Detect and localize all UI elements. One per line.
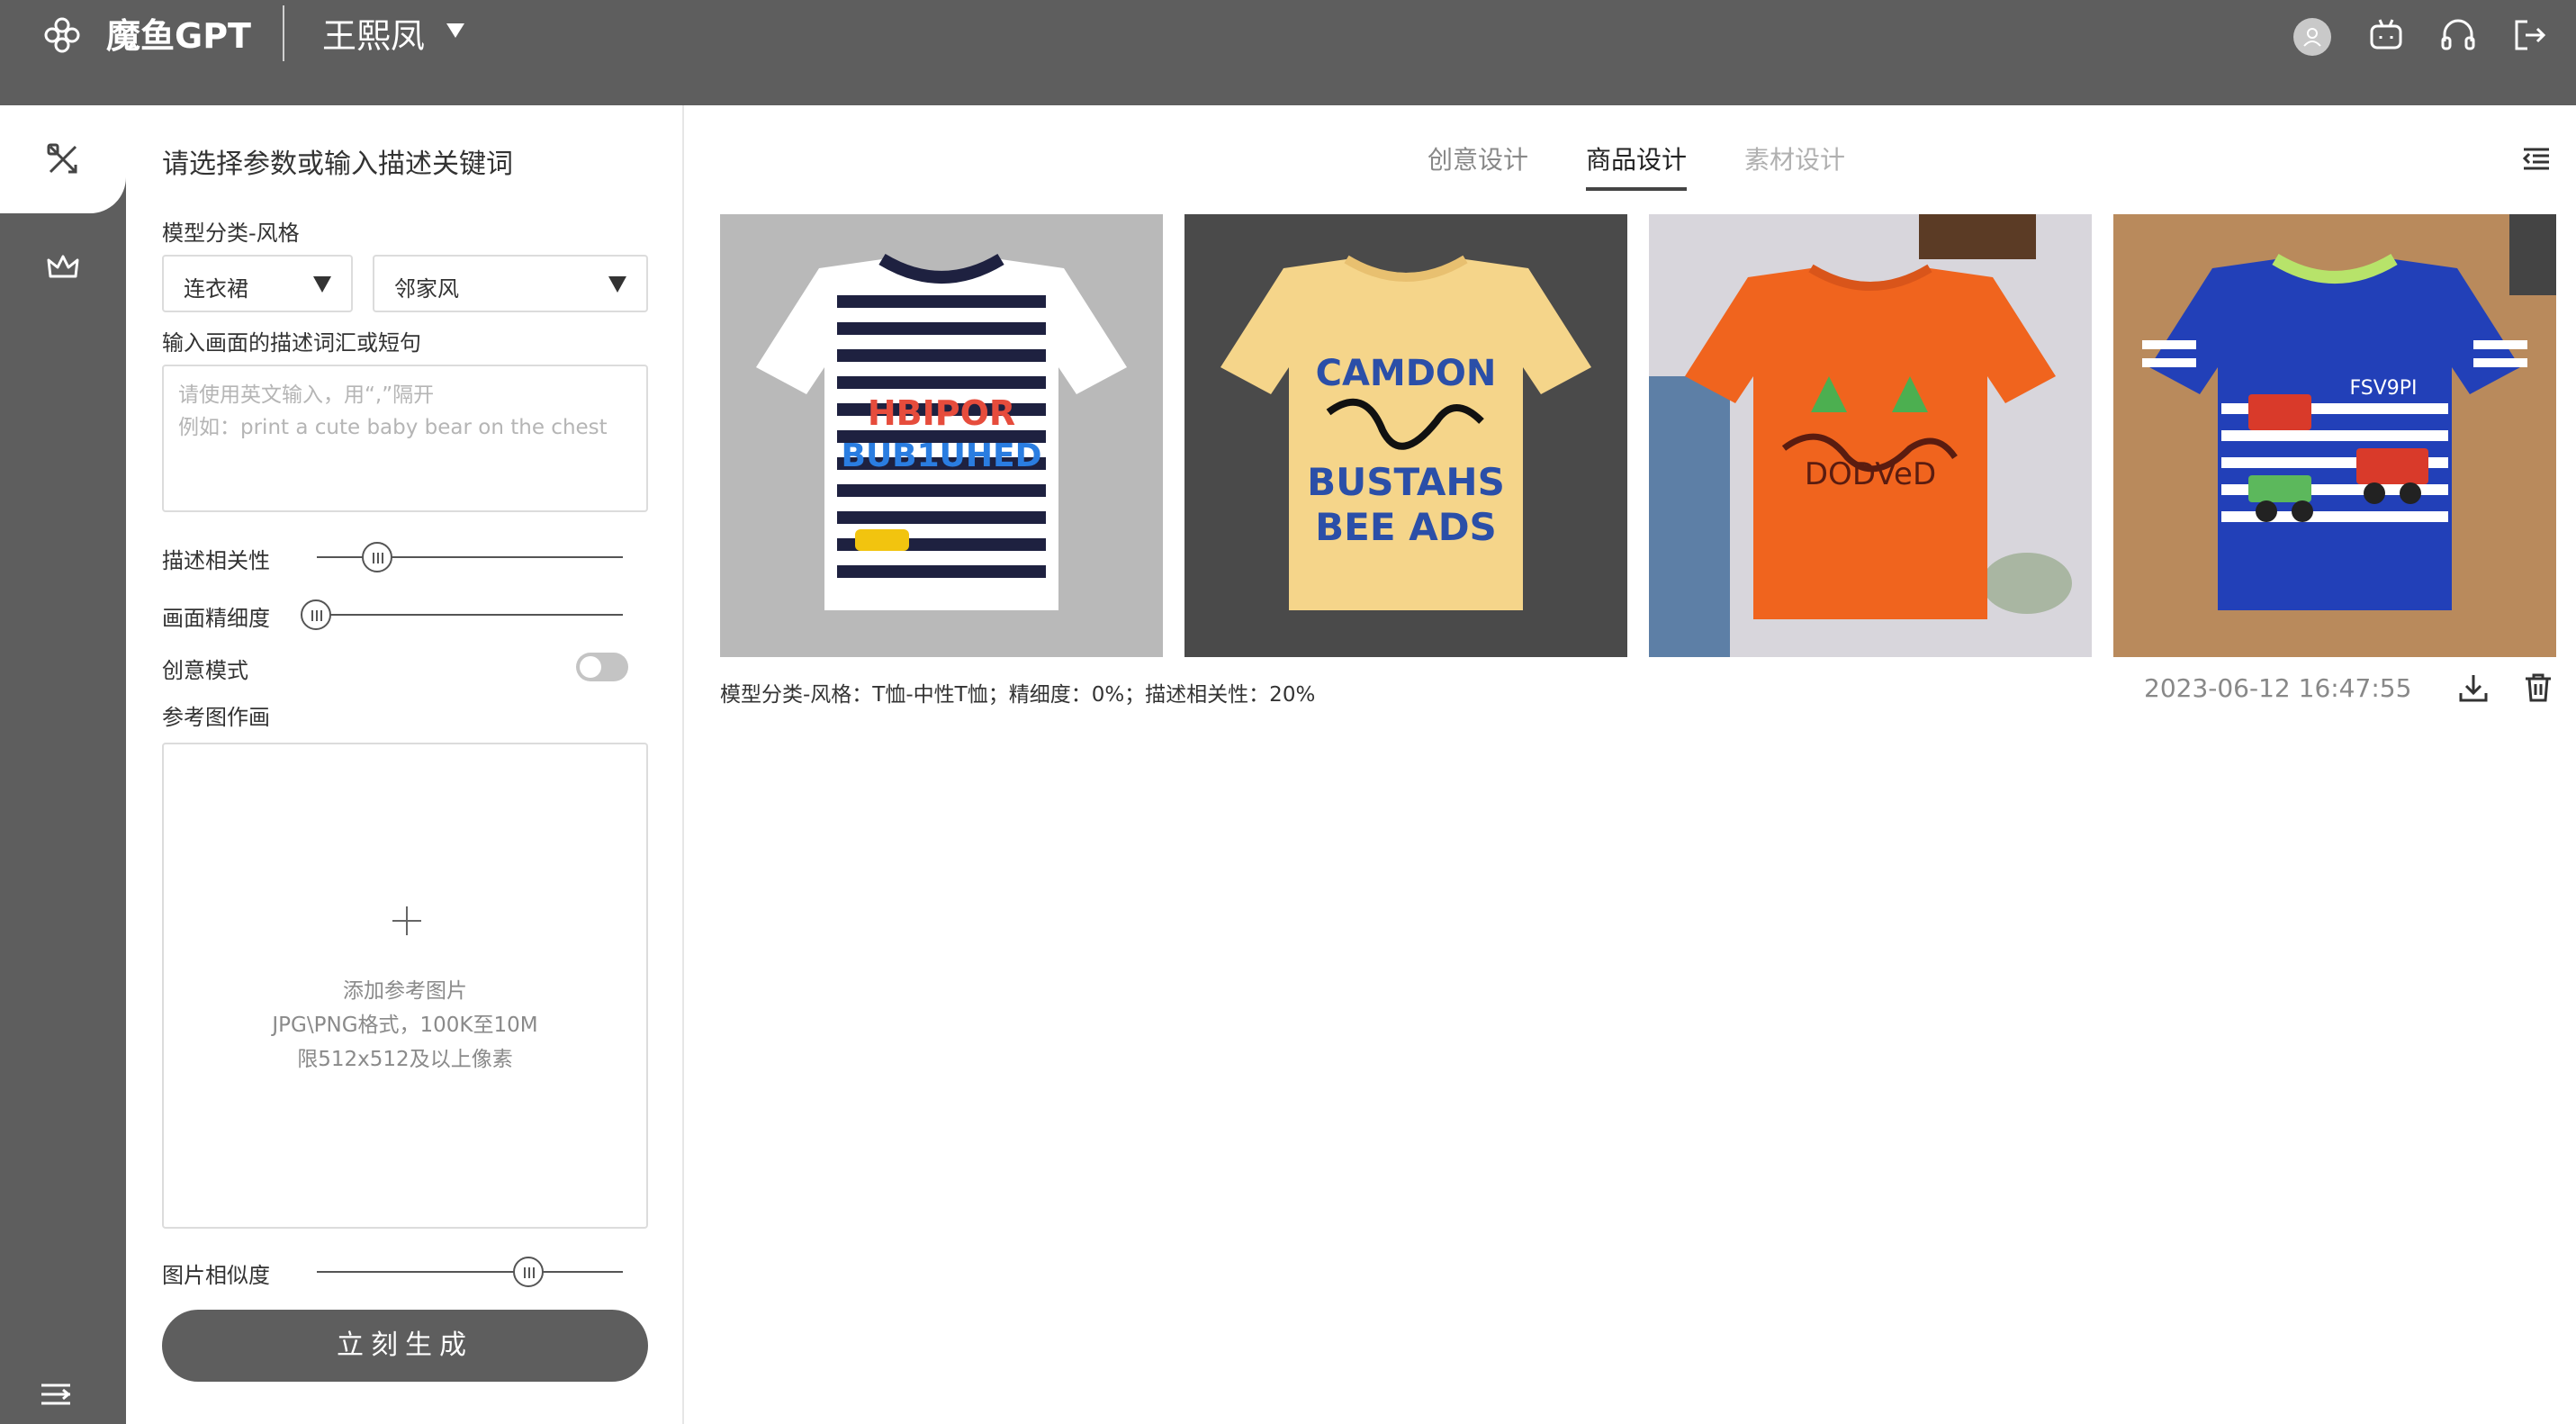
flower-logo-icon xyxy=(44,17,80,53)
menu-collapse-icon[interactable] xyxy=(2520,142,2553,175)
style-select-value: 邻家风 xyxy=(394,276,459,302)
download-icon[interactable] xyxy=(2455,670,2491,706)
rail-item-design[interactable] xyxy=(0,105,126,213)
active-tab-indicator xyxy=(1586,187,1687,191)
plus-icon xyxy=(392,906,421,935)
logout-icon[interactable] xyxy=(2509,14,2551,56)
chevron-down-icon xyxy=(313,276,331,293)
result-image-3[interactable]: DODVeD xyxy=(1649,214,2092,657)
creative-label: 创意模式 xyxy=(162,658,248,683)
striped-tshirt-image: HBIPOR BUB1UHED xyxy=(720,214,1163,657)
reference-upload-area[interactable]: 添加参考图片 JPG\PNG格式，100K至10M 限512x512及以上像素 xyxy=(162,743,648,1229)
result-image-2[interactable]: CAMDON BUSTAHS BEE ADS xyxy=(1184,214,1627,657)
shirt-text: BEE ADS xyxy=(1315,505,1497,549)
chevron-down-icon xyxy=(608,276,626,293)
relevance-slider-handle[interactable] xyxy=(362,542,392,572)
design-tools-icon[interactable] xyxy=(43,140,83,179)
crown-icon[interactable] xyxy=(43,248,83,287)
trash-icon[interactable] xyxy=(2520,670,2556,706)
style-select[interactable]: 邻家风 xyxy=(373,255,648,312)
blue-tshirt-image: FSV9PI xyxy=(2113,214,2556,657)
result-timestamp: 2023-06-12 16:47:55 xyxy=(2144,673,2412,703)
relevance-label: 描述相关性 xyxy=(162,548,270,573)
yellow-tshirt-image: CAMDON BUSTAHS BEE ADS xyxy=(1184,214,1627,657)
creative-mode-toggle[interactable] xyxy=(576,653,628,681)
user-dropdown-caret-icon[interactable] xyxy=(446,23,464,38)
shirt-text: BUSTAHS xyxy=(1307,460,1505,504)
category-select[interactable]: 连衣裙 xyxy=(162,255,353,312)
detail-slider-track[interactable] xyxy=(317,614,623,616)
category-select-value: 连衣裙 xyxy=(184,276,248,302)
user-name[interactable]: 王熙凤 xyxy=(322,11,425,61)
upload-hint-3: 限512x512及以上像素 xyxy=(297,1048,513,1071)
detail-slider-handle[interactable] xyxy=(301,599,331,630)
upload-hint-2: JPG\PNG格式，100K至10M xyxy=(272,1014,538,1037)
prompt-label: 输入画面的描述词汇或短句 xyxy=(162,330,421,356)
shirt-text: BUB1UHED xyxy=(842,437,1042,474)
parameter-panel: 请选择参数或输入描述关键词 模型分类-风格 连衣裙 邻家风 输入画面的描述词汇或… xyxy=(126,105,684,1424)
upload-hint-1: 添加参考图片 xyxy=(343,979,467,1003)
shirt-text: CAMDON xyxy=(1316,353,1497,394)
panel-title: 请选择参数或输入描述关键词 xyxy=(162,149,513,180)
similarity-label: 图片相似度 xyxy=(162,1263,270,1288)
tab-product-design[interactable]: 商品设计 xyxy=(1586,140,1687,176)
shirt-text: FSV9PI xyxy=(2349,377,2417,400)
model-label: 模型分类-风格 xyxy=(162,221,300,246)
top-bar: 魔鱼GPT 王熙凤 xyxy=(0,0,2576,105)
avatar-icon[interactable] xyxy=(2293,18,2331,56)
similarity-slider-handle[interactable] xyxy=(513,1257,544,1287)
shirt-text: HBIPOR xyxy=(868,393,1015,433)
tab-material-design[interactable]: 素材设计 xyxy=(1744,140,1845,176)
generate-button[interactable]: 立刻生成 xyxy=(162,1310,648,1382)
robot-icon[interactable] xyxy=(2365,14,2407,56)
reference-label: 参考图作画 xyxy=(162,705,270,730)
headset-icon[interactable] xyxy=(2437,14,2479,56)
collapse-icon[interactable] xyxy=(36,1374,76,1414)
orange-tshirt-image: DODVeD xyxy=(1649,214,2092,657)
header-divider xyxy=(283,5,284,61)
result-image-1[interactable]: HBIPOR BUB1UHED xyxy=(720,214,1163,657)
app-name: 魔鱼GPT xyxy=(106,16,251,56)
result-caption: 模型分类-风格：T恤-中性T恤；精细度：0%；描述相关性：20% xyxy=(720,683,1316,707)
prompt-placeholder-2: 例如：print a cute baby bear on the chest xyxy=(178,416,608,439)
prompt-input[interactable]: 请使用英文输入，用“,”隔开 例如：print a cute baby bear… xyxy=(162,365,648,512)
prompt-placeholder-1: 请使用英文输入，用“,”隔开 xyxy=(178,383,435,407)
tab-creative-design[interactable]: 创意设计 xyxy=(1428,140,1528,176)
result-image-4[interactable]: FSV9PI xyxy=(2113,214,2556,657)
detail-label: 画面精细度 xyxy=(162,606,270,631)
shirt-text: DODVeD xyxy=(1805,456,1936,492)
similarity-slider-track[interactable] xyxy=(317,1271,623,1273)
left-rail xyxy=(0,105,126,1424)
